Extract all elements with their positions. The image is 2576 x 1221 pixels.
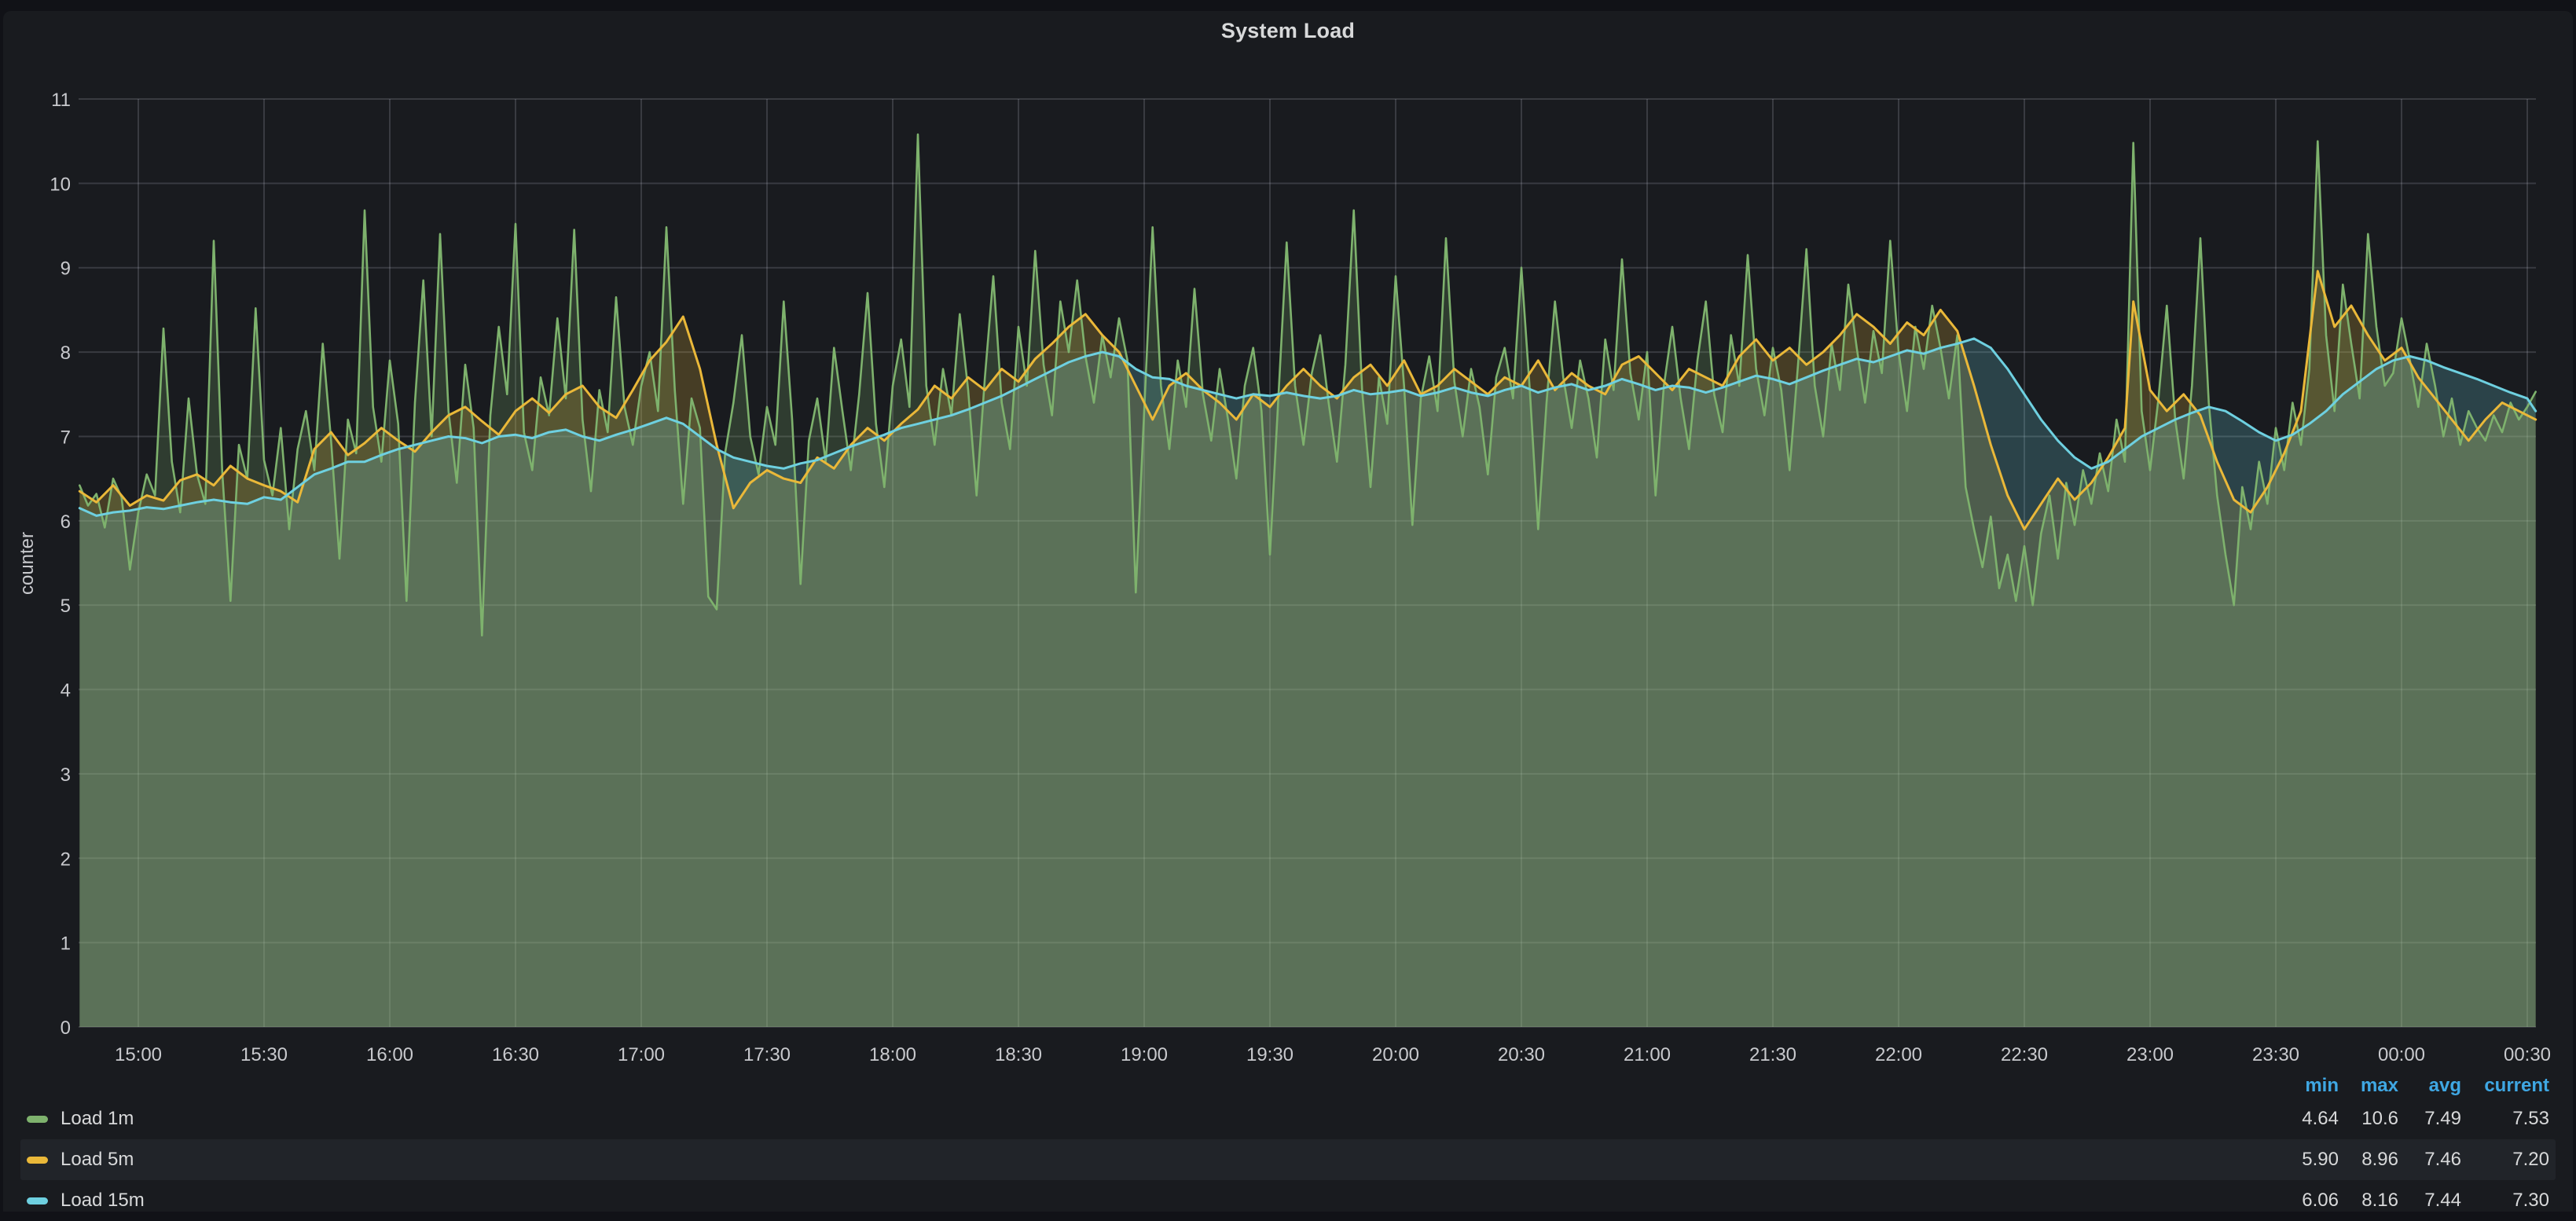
legend-row-load-1m[interactable]: Load 1m 4.64 10.6 7.49 7.53 xyxy=(27,1098,2549,1139)
y-tick-label: 0 xyxy=(61,1018,71,1039)
y-tick-label: 11 xyxy=(51,90,71,111)
stat-current: 7.20 xyxy=(2461,1149,2549,1171)
legend-label[interactable]: Load 1m xyxy=(61,1108,134,1130)
x-tick-label: 22:30 xyxy=(2001,1044,2048,1065)
x-tick-label: 23:00 xyxy=(2126,1044,2174,1065)
x-tick-label: 17:00 xyxy=(618,1044,665,1065)
y-tick-label: 10 xyxy=(50,174,71,195)
legend-header-row: min max avg current xyxy=(27,1073,2549,1098)
y-tick-label: 8 xyxy=(61,343,71,364)
y-tick-label: 1 xyxy=(61,933,71,955)
stat-avg: 7.46 xyxy=(2398,1149,2461,1171)
x-tick-label: 19:30 xyxy=(1246,1044,1294,1065)
x-tick-label: 20:00 xyxy=(1372,1044,1419,1065)
stat-min: 5.90 xyxy=(2268,1149,2339,1171)
legend-header-current[interactable]: current xyxy=(2461,1075,2549,1097)
x-tick-label: 20:30 xyxy=(1498,1044,1545,1065)
y-tick-label: 2 xyxy=(61,849,71,870)
y-axis-tick-labels: 0 1 2 3 4 5 6 7 8 9 10 11 xyxy=(50,90,71,1039)
legend: min max avg current Load 1m 4.64 10.6 7.… xyxy=(27,1073,2549,1221)
graph-panel: System Load 01234567891011 15:0015:3016:… xyxy=(3,11,2573,1212)
y-tick-label: 3 xyxy=(61,764,71,786)
legend-row-load-5m[interactable]: Load 5m 5.90 8.96 7.46 7.20 xyxy=(20,1139,2556,1180)
y-axis-title: counter xyxy=(17,532,38,595)
series-swatch-load-1m xyxy=(27,1116,48,1123)
x-tick-label: 22:00 xyxy=(1875,1044,1922,1065)
y-tick-label: 4 xyxy=(61,680,71,702)
stat-max: 10.6 xyxy=(2339,1108,2398,1130)
y-tick-label: 5 xyxy=(61,596,71,617)
x-tick-label: 19:00 xyxy=(1121,1044,1168,1065)
x-tick-label: 16:30 xyxy=(492,1044,539,1065)
x-tick-label: 18:00 xyxy=(869,1044,916,1065)
x-tick-label: 15:00 xyxy=(115,1044,162,1065)
stat-current: 7.30 xyxy=(2461,1190,2549,1212)
legend-header-avg[interactable]: avg xyxy=(2398,1075,2461,1097)
legend-label[interactable]: Load 5m xyxy=(61,1149,134,1171)
x-tick-label: 00:00 xyxy=(2378,1044,2425,1065)
x-tick-label: 17:30 xyxy=(743,1044,791,1065)
y-tick-label: 7 xyxy=(61,427,71,448)
legend-label[interactable]: Load 15m xyxy=(61,1190,145,1212)
y-tick-label: 9 xyxy=(61,258,71,280)
legend-header-max[interactable]: max xyxy=(2339,1075,2398,1097)
series-area-load-15m xyxy=(79,339,2535,1027)
stat-max: 8.16 xyxy=(2339,1190,2398,1212)
x-tick-label: 21:30 xyxy=(1749,1044,1796,1065)
series-swatch-load-5m xyxy=(27,1157,48,1164)
stat-max: 8.96 xyxy=(2339,1149,2398,1171)
y-tick-label: 6 xyxy=(61,512,71,533)
stat-current: 7.53 xyxy=(2461,1108,2549,1130)
x-tick-label: 00:30 xyxy=(2504,1044,2551,1065)
stat-min: 6.06 xyxy=(2268,1190,2339,1212)
x-tick-label: 15:30 xyxy=(240,1044,288,1065)
stat-min: 4.64 xyxy=(2268,1108,2339,1130)
x-axis-tick-labels: 15:00 15:30 16:00 16:30 17:00 17:30 18:00 18:30… xyxy=(115,1044,2551,1065)
legend-header-min[interactable]: min xyxy=(2268,1075,2339,1097)
stat-avg: 7.49 xyxy=(2398,1108,2461,1130)
stat-avg: 7.44 xyxy=(2398,1190,2461,1212)
series-swatch-load-15m xyxy=(27,1197,48,1204)
x-tick-label: 18:30 xyxy=(995,1044,1042,1065)
legend-row-load-15m[interactable]: Load 15m 6.06 8.16 7.44 7.30 xyxy=(27,1180,2549,1221)
x-tick-label: 16:00 xyxy=(366,1044,413,1065)
timeseries-chart[interactable]: 0 1 2 3 4 5 6 7 8 9 10 11 15:00 15:30 16:00 16:30 17:00… xyxy=(3,11,2576,1068)
x-tick-label: 21:00 xyxy=(1624,1044,1671,1065)
x-tick-label: 23:30 xyxy=(2252,1044,2299,1065)
